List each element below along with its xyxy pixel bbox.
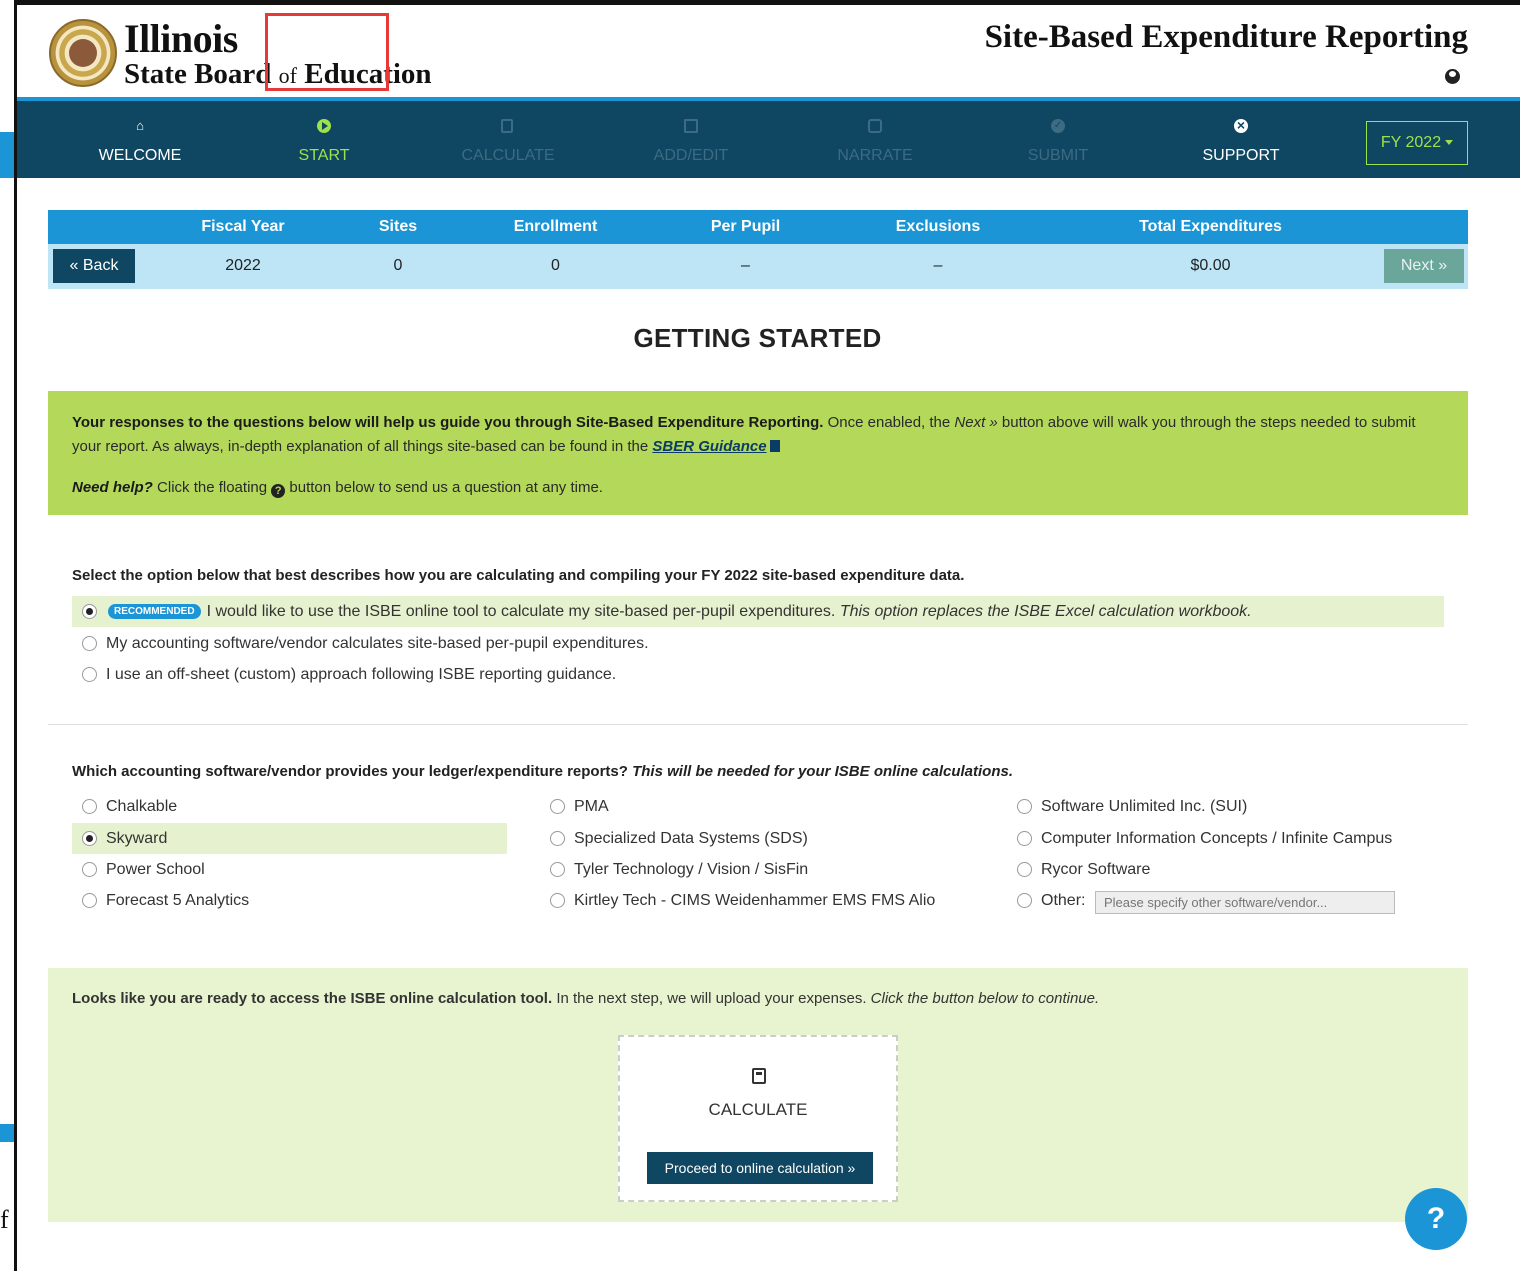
- radio-button[interactable]: [82, 604, 97, 619]
- nav-item-welcome[interactable]: ⌂ WELCOME: [48, 101, 232, 178]
- nav-item-add-edit[interactable]: ADD/EDIT: [599, 101, 783, 178]
- recommended-badge: RECOMMENDED: [108, 604, 201, 619]
- help-text: Need help? Click the floating ? button b…: [72, 479, 603, 498]
- radio-button[interactable]: [82, 636, 97, 651]
- vendor-option-infinite-campus[interactable]: Computer Information Concepts / Infinite…: [1007, 823, 1447, 854]
- nav-item-start[interactable]: START: [232, 101, 416, 178]
- main-nav: ⌂ WELCOME START CALCULATE ADD/EDIT NARRA…: [17, 97, 1520, 178]
- calculator-icon: [752, 1068, 766, 1084]
- play-circle-icon: [317, 119, 331, 133]
- page-heading: GETTING STARTED: [633, 323, 882, 353]
- summary-value-row: « Back 2022 0 0 – – $0.00 Next »: [48, 244, 1468, 289]
- start-annotation-highlight: [265, 13, 389, 91]
- option-custom-approach[interactable]: I use an off-sheet (custom) approach fol…: [72, 659, 872, 690]
- site-header: Illinois State Board of Education Site-B…: [17, 5, 1520, 97]
- radio-button[interactable]: [82, 862, 97, 877]
- vendor-option-other[interactable]: Other:: [1007, 885, 1087, 916]
- proceed-to-calculation-button[interactable]: Proceed to online calculation »: [647, 1152, 873, 1184]
- question-circle-icon: ?: [271, 484, 286, 498]
- option-vendor-calculates[interactable]: My accounting software/vendor calculates…: [72, 628, 872, 659]
- check-circle-icon: [1051, 119, 1065, 133]
- summary-table: Fiscal Year Sites Enrollment Per Pupil E…: [48, 210, 1468, 289]
- radio-button[interactable]: [82, 893, 97, 908]
- floating-help-button[interactable]: ?: [1405, 1188, 1467, 1250]
- header-exclusions: Exclusions: [895, 218, 981, 235]
- radio-button[interactable]: [550, 862, 565, 877]
- calculator-icon: [501, 119, 513, 133]
- vendor-option-sui[interactable]: Software Unlimited Inc. (SUI): [1007, 791, 1447, 822]
- calculate-card: CALCULATE Proceed to online calculation …: [618, 1035, 898, 1202]
- radio-button[interactable]: [82, 799, 97, 814]
- edit-icon: [684, 119, 698, 133]
- intro-box: Your responses to the questions below wi…: [48, 391, 1468, 515]
- value-total-expenditures: $0.00: [1190, 257, 1231, 274]
- radio-button[interactable]: [1017, 799, 1032, 814]
- header-sites: Sites: [378, 218, 418, 235]
- back-button[interactable]: « Back: [53, 249, 135, 283]
- option-isbe-online-tool[interactable]: RECOMMENDED I would like to use the ISBE …: [72, 596, 1444, 627]
- vendor-option-chalkable[interactable]: Chalkable: [72, 791, 507, 822]
- calculate-card-label: CALCULATE: [708, 1100, 808, 1119]
- ready-text: Looks like you are ready to access the I…: [72, 990, 1100, 1007]
- vendor-option-kirtley[interactable]: Kirtley Tech - CIMS Weidenhammer EMS FMS…: [540, 885, 975, 916]
- value-sites: 0: [393, 257, 403, 274]
- header-fiscal-year: Fiscal Year: [201, 218, 285, 235]
- radio-button[interactable]: [550, 799, 565, 814]
- welcome-icon: ⌂: [136, 118, 144, 133]
- intro-text: Your responses to the questions below wi…: [72, 414, 1416, 455]
- vendor-option-forecast5[interactable]: Forecast 5 Analytics: [72, 885, 507, 916]
- vendor-option-tyler[interactable]: Tyler Technology / Vision / SisFin: [540, 854, 975, 885]
- document-icon: [769, 440, 780, 452]
- vendor-option-sds[interactable]: Specialized Data Systems (SDS): [540, 823, 975, 854]
- support-icon: [1234, 118, 1248, 133]
- radio-button[interactable]: [82, 667, 97, 682]
- summary-header-row: Fiscal Year Sites Enrollment Per Pupil E…: [48, 210, 1468, 244]
- header-enrollment: Enrollment: [513, 218, 598, 235]
- nav-item-submit[interactable]: SUBMIT: [966, 101, 1150, 178]
- next-button[interactable]: Next »: [1384, 249, 1464, 283]
- vendor-question: Which accounting software/vendor provide…: [72, 763, 1014, 780]
- vendor-option-rycor[interactable]: Rycor Software: [1007, 854, 1447, 885]
- caret-down-icon: [1445, 140, 1454, 146]
- radio-button[interactable]: [1017, 893, 1032, 908]
- radio-button[interactable]: [1017, 862, 1032, 877]
- value-fiscal-year: 2022: [225, 257, 261, 274]
- header-total-expenditures: Total Expenditures: [1139, 218, 1282, 235]
- radio-button[interactable]: [1017, 831, 1032, 846]
- value-exclusions: –: [933, 257, 943, 274]
- section-divider: [48, 724, 1468, 725]
- sber-guidance-link[interactable]: SBER Guidance: [652, 438, 766, 455]
- chat-icon: [868, 119, 882, 133]
- radio-button[interactable]: [82, 831, 97, 846]
- ready-box: Looks like you are ready to access the I…: [48, 968, 1468, 1222]
- other-vendor-input[interactable]: [1095, 891, 1395, 914]
- nav-item-calculate[interactable]: CALCULATE: [416, 101, 600, 178]
- app-title: Site-Based Expenditure Reporting: [984, 19, 1468, 55]
- nav-item-narrate[interactable]: NARRATE: [783, 101, 967, 178]
- left-strip-text-fragment: f: [0, 1205, 9, 1234]
- fiscal-year-dropdown[interactable]: FY 2022: [1366, 121, 1468, 165]
- left-strip-accent: [0, 132, 14, 178]
- vendor-option-power-school[interactable]: Power School: [72, 854, 507, 885]
- radio-button[interactable]: [550, 893, 565, 908]
- vendor-option-skyward[interactable]: Skyward: [72, 823, 507, 854]
- calculation-method-question: Select the option below that best descri…: [72, 567, 965, 584]
- value-enrollment: 0: [551, 257, 560, 274]
- isbe-seal-logo: [49, 19, 117, 87]
- value-per-pupil: –: [741, 257, 750, 274]
- nav-item-support[interactable]: SUPPORT: [1149, 101, 1333, 178]
- header-per-pupil: Per Pupil: [710, 218, 781, 235]
- user-account-icon[interactable]: [1445, 69, 1460, 84]
- page: Illinois State Board of Education Site-B…: [17, 5, 1520, 1271]
- logo-title: Illinois: [124, 16, 238, 61]
- vendor-option-pma[interactable]: PMA: [540, 791, 975, 822]
- radio-button[interactable]: [550, 831, 565, 846]
- left-window-strip: f: [0, 0, 17, 1271]
- left-strip-accent: [0, 1124, 14, 1142]
